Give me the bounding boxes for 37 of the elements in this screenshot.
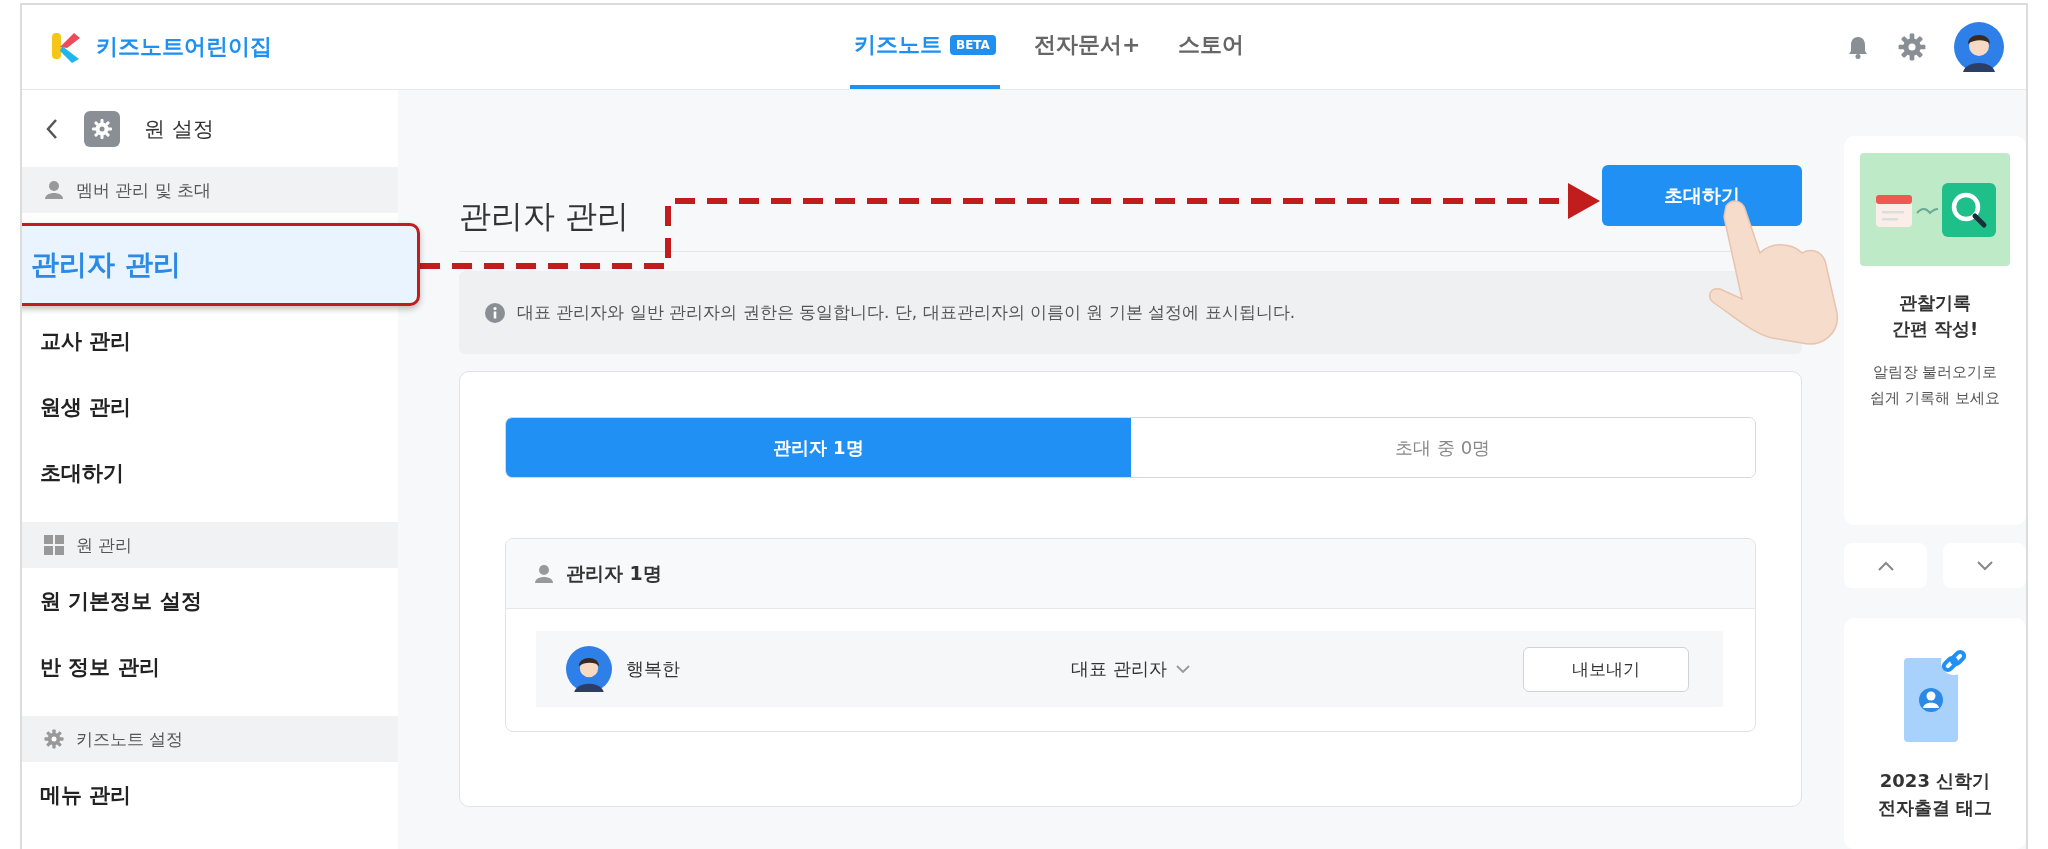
section-title: 원 관리 [76,533,133,557]
promo-title: 관찰기록 간편 작성! [1891,291,1979,342]
sidebar-item[interactable]: 원 기본정보 설정 [22,568,398,634]
chevron-down-icon [1174,662,1191,676]
export-button[interactable]: 내보내기 [1523,646,1689,692]
settings-icon [84,110,120,147]
sidebar-item[interactable]: 교사 관리 [22,308,398,374]
settings-icon [44,729,64,749]
nav-tab[interactable]: 전자문서+ [1029,5,1145,89]
section-title: 키즈노트 설정 [76,727,184,751]
avatar [566,646,612,692]
section-title: 멤버 관리 및 초대 [76,178,212,202]
promo-description: 알림장 불러오기로 쉽게 기록해 보세요 [1870,362,2000,409]
chevron-up-icon [1876,559,1895,572]
settings-icon[interactable] [1898,33,1926,61]
sidebar-title: 원 설정 [144,115,214,143]
sidebar-item[interactable]: 초대하기 [22,440,398,506]
sidebar-item[interactable]: 원생 관리 [22,374,398,440]
page-title: 관리자 관리 [459,196,630,237]
sidebar-item[interactable]: 반 정보 관리 [22,634,398,700]
promo-card[interactable]: 관찰기록 간편 작성! 알림장 불러오기로 쉽게 기록해 보세요 [1844,136,2026,526]
person-icon [44,180,64,200]
bell-icon[interactable] [1846,35,1870,59]
list-title: 관리자 1명 [566,560,662,586]
avatar[interactable] [1954,22,2004,72]
grid-icon [44,535,64,555]
chevron-down-icon [1975,559,1994,572]
role-dropdown[interactable]: 대표 관리자 [1071,657,1191,681]
promo-title: 2023 신학기 전자출결 태그 [1877,769,1993,820]
sidebar-item[interactable]: 메뉴 관리 [22,762,398,828]
admin-name: 행복한 [626,657,680,681]
beta-badge: BETA [950,35,996,55]
person-icon [534,563,554,584]
nav-tab[interactable]: 스토어 [1174,5,1249,89]
notice-text: 대표 관리자와 일반 관리자의 권한은 동일합니다. 단, 대표관리자의 이름이 원 기본 설정에 표시됩니다. [517,301,1296,324]
info-icon [485,302,505,323]
promo-card[interactable]: 2023 신학기 전자출결 태그 [1844,618,2026,849]
